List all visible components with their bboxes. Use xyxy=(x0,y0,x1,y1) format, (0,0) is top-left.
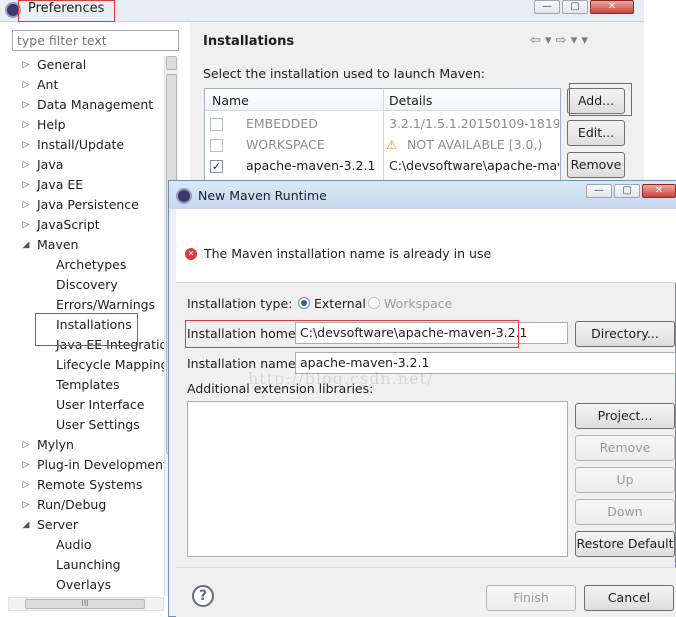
error-message: The Maven installation name is already i… xyxy=(204,246,492,261)
tree-item[interactable]: Help xyxy=(37,116,66,134)
highlight-box-home xyxy=(185,320,519,348)
help-icon[interactable]: ? xyxy=(192,585,214,607)
external-radio-label[interactable]: External xyxy=(314,296,366,311)
finish-button[interactable]: Finish xyxy=(486,585,576,611)
row-details[interactable]: C:\devsoftware\apache-mave xyxy=(389,158,559,173)
tree-item[interactable]: Maven xyxy=(37,236,78,254)
remove-button[interactable]: Remove xyxy=(567,152,625,178)
tree-item[interactable]: Lifecycle Mapping xyxy=(56,356,166,374)
row-name[interactable]: apache-maven-3.2.1 xyxy=(246,158,375,173)
row-checkbox[interactable] xyxy=(210,118,223,131)
dialog-maximize-button[interactable]: ▢ xyxy=(614,184,640,198)
warning-icon: ⚠ xyxy=(386,137,398,152)
extension-libraries-list[interactable] xyxy=(187,401,568,557)
external-radio[interactable] xyxy=(298,297,310,309)
dialog-close-button[interactable]: ✕ xyxy=(642,184,676,198)
close-button[interactable]: ✕ xyxy=(590,0,634,14)
ext-remove-button[interactable]: Remove xyxy=(575,435,675,461)
tree-expand-icon[interactable]: ▷ xyxy=(21,116,31,134)
highlight-box-add xyxy=(569,83,632,116)
close-icon: ✕ xyxy=(607,1,617,12)
minimize-icon: — xyxy=(594,185,604,196)
tree-item[interactable]: Templates xyxy=(56,376,120,394)
tree-expand-icon[interactable]: ▷ xyxy=(21,216,31,234)
tree-expand-icon[interactable]: ◢ xyxy=(21,236,31,254)
tree-expand-icon[interactable]: ▷ xyxy=(21,96,31,114)
row-name[interactable]: WORKSPACE xyxy=(246,137,325,152)
tree-expand-icon[interactable]: ▷ xyxy=(21,56,31,74)
tree-expand-icon[interactable]: ▷ xyxy=(21,436,31,454)
tree-item[interactable]: Discovery xyxy=(56,276,118,294)
down-button[interactable]: Down xyxy=(575,499,675,525)
tree-expand-icon[interactable]: ▷ xyxy=(21,136,31,154)
column-divider xyxy=(383,89,384,185)
minimize-icon: — xyxy=(542,1,552,12)
maximize-icon: ▢ xyxy=(570,1,580,12)
workspace-radio-label[interactable]: Workspace xyxy=(384,296,452,311)
column-header-name[interactable]: Name xyxy=(212,93,249,108)
row-details[interactable]: NOT AVAILABLE [3.0,) xyxy=(407,137,542,152)
tree-item[interactable]: Audio xyxy=(56,536,92,554)
close-icon: ✕ xyxy=(654,185,664,196)
page-title: Installations xyxy=(203,34,295,49)
tree-expand-icon[interactable]: ▷ xyxy=(21,196,31,214)
tree-item[interactable]: User Settings xyxy=(56,416,140,434)
tree-item[interactable]: Run/Debug xyxy=(37,496,106,514)
dialog-title: New Maven Runtime xyxy=(198,188,327,203)
maximize-button[interactable]: ▢ xyxy=(562,0,588,14)
row-checkbox[interactable] xyxy=(210,139,223,152)
maximize-icon: ▢ xyxy=(622,185,632,196)
row-checkbox[interactable]: ✓ xyxy=(210,160,223,173)
installation-type-label: Installation type: xyxy=(187,296,293,311)
installations-description: Select the installation used to launch M… xyxy=(203,66,485,81)
tree-item[interactable]: Mylyn xyxy=(37,436,74,454)
column-header-details[interactable]: Details xyxy=(389,93,432,108)
tree-item[interactable]: General xyxy=(37,56,86,74)
cancel-button[interactable]: Cancel xyxy=(584,585,674,611)
watermark-text: http://blog.csdn.net/ xyxy=(248,369,434,388)
tree-item[interactable]: Launching xyxy=(56,556,121,574)
project-button[interactable]: Project... xyxy=(575,403,675,429)
up-button[interactable]: Up xyxy=(575,467,675,493)
row-name[interactable]: EMBEDDED xyxy=(246,116,318,131)
tree-item[interactable]: Java EE xyxy=(37,176,83,194)
tree-item[interactable]: Java Persistence xyxy=(37,196,139,214)
tree-item[interactable]: Java xyxy=(37,156,63,174)
tree-item[interactable]: Server xyxy=(37,516,78,534)
tree-expand-icon[interactable]: ▷ xyxy=(21,76,31,94)
scroll-up-arrow[interactable] xyxy=(166,56,177,70)
row-details[interactable]: 3.2.1/1.5.1.20150109-1819 xyxy=(389,116,559,131)
tree-item[interactable]: Data Management xyxy=(37,96,153,114)
tree-horizontal-scrollbar[interactable]: III xyxy=(8,597,164,611)
highlight-box-installations xyxy=(35,313,138,346)
navigation-arrows-icon[interactable]: ⇦ ▾ ⇨ ▾ ▾ xyxy=(530,33,588,48)
tree-expand-icon[interactable]: ▷ xyxy=(21,476,31,494)
tree-item[interactable]: Archetypes xyxy=(56,256,126,274)
tree-item[interactable]: Install/Update xyxy=(37,136,124,154)
highlight-box-title xyxy=(18,0,115,22)
filter-input[interactable] xyxy=(12,30,179,51)
error-icon: ✕ xyxy=(185,248,197,260)
dialog-minimize-button[interactable]: — xyxy=(586,184,612,198)
workspace-radio[interactable] xyxy=(368,297,380,309)
tree-item[interactable]: Errors/Warnings xyxy=(56,296,155,314)
tree-item[interactable]: JavaScript xyxy=(37,216,100,234)
tree-expand-icon[interactable]: ▷ xyxy=(21,176,31,194)
tree-item[interactable]: Remote Systems xyxy=(37,476,142,494)
tree-expand-icon[interactable]: ◢ xyxy=(21,516,31,534)
tree-item[interactable]: Plug-in Development xyxy=(37,456,166,474)
tree-item[interactable]: Ant xyxy=(37,76,58,94)
restore-default-button[interactable]: Restore Default xyxy=(575,531,675,557)
tree-expand-icon[interactable]: ▷ xyxy=(21,456,31,474)
minimize-button[interactable]: — xyxy=(534,0,560,14)
tree-item[interactable]: Overlays xyxy=(56,576,111,594)
eclipse-dialog-icon xyxy=(176,188,192,204)
tree-item[interactable]: User Interface xyxy=(56,396,144,414)
edit-button[interactable]: Edit... xyxy=(567,120,625,146)
directory-button[interactable]: Directory... xyxy=(575,321,675,347)
tree-expand-icon[interactable]: ▷ xyxy=(21,156,31,174)
horizontal-scroll-thumb[interactable]: III xyxy=(25,599,145,609)
tree-expand-icon[interactable]: ▷ xyxy=(21,496,31,514)
